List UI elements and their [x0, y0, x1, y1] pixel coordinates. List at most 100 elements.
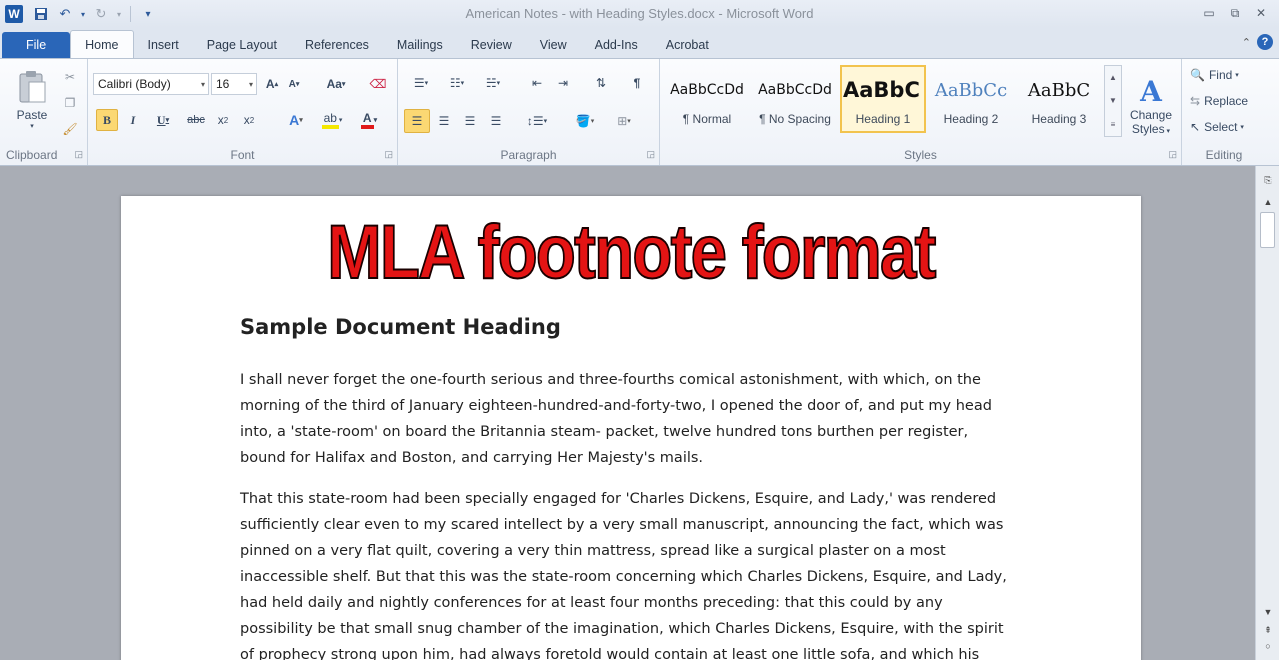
multilevel-list-icon[interactable]: ☵ ▾ [478, 73, 508, 93]
ribbon: Paste ▾ ✂ ❐ 🖌 Clipboard ◲ Calibri (Body)… [0, 58, 1279, 166]
shading-icon[interactable]: 🪣 ▾ [568, 109, 602, 133]
highlight-color-icon[interactable]: ab ▾ [316, 109, 348, 131]
find-button[interactable]: 🔍 Find ▾ [1190, 65, 1260, 85]
font-name-arrow-icon: ▾ [200, 79, 205, 89]
style-heading-3-sample: AaBbC [1027, 79, 1091, 101]
close-icon[interactable]: ✕ [1249, 4, 1273, 22]
save-icon[interactable] [31, 4, 51, 24]
align-center-button[interactable]: ☰ [432, 109, 456, 133]
change-styles-button[interactable]: A Change Styles ▾ [1126, 65, 1176, 145]
vertical-scrollbar[interactable]: ⎘ ▲ ▼ ⇞ ○ [1255, 166, 1279, 660]
change-styles-label-1: Change [1129, 107, 1173, 122]
copy-icon[interactable]: ❐ [60, 93, 80, 113]
justify-button[interactable]: ☰ [484, 109, 508, 133]
paragraph-line: of prophecy strong upon him, had always … [240, 647, 980, 660]
tab-insert[interactable]: Insert [134, 32, 193, 58]
numbering-icon[interactable]: ☷ ▾ [442, 73, 472, 93]
gallery-up-icon[interactable]: ▲ [1109, 73, 1117, 82]
font-name-dropdown[interactable]: Calibri (Body) ▾ [93, 73, 209, 95]
editing-group: 🔍 Find ▾ ⇆ Replace ↖ Select ▾ Editing [1182, 59, 1266, 165]
style-heading-3[interactable]: AaBbC Heading 3 [1016, 65, 1102, 133]
redo-dropdown-icon[interactable]: ▾ [115, 4, 123, 24]
quick-access-toolbar: ↶ ▾ ↻ ▾ ▾ [31, 4, 158, 24]
style-no-spacing-sample: AaBbCcDd [758, 82, 832, 98]
strikethrough-button[interactable]: abc [184, 109, 208, 131]
customize-qat-icon[interactable]: ▾ [138, 4, 158, 24]
help-icon[interactable]: ? [1257, 34, 1273, 50]
ruler-toggle-icon[interactable]: ⎘ [1260, 172, 1276, 188]
undo-dropdown-icon[interactable]: ▾ [79, 4, 87, 24]
subscript-button[interactable]: x2 [212, 109, 234, 131]
decrease-indent-icon[interactable]: ⇤ [526, 73, 548, 93]
scroll-up-icon[interactable]: ▲ [1260, 194, 1276, 210]
grow-font-icon[interactable]: A ▴ [262, 74, 282, 94]
style-heading-1[interactable]: AaBbC Heading 1 [840, 65, 926, 133]
tab-file[interactable]: File [2, 32, 71, 58]
format-painter-icon[interactable]: 🖌 [60, 119, 80, 139]
minimize-ribbon-icon[interactable]: ⌃ [1242, 36, 1251, 49]
select-button[interactable]: ↖ Select ▾ [1190, 117, 1262, 137]
tab-page-layout[interactable]: Page Layout [193, 32, 291, 58]
browse-object-icon[interactable]: ○ [1260, 638, 1276, 654]
replace-button[interactable]: ⇆ Replace [1190, 91, 1266, 111]
editing-group-label: Editing [1205, 148, 1243, 162]
font-color-icon[interactable]: A ▾ [354, 109, 384, 131]
tab-view[interactable]: View [526, 32, 581, 58]
document-paragraph-1[interactable]: I shall never forget the one-fourth seri… [240, 367, 1030, 471]
shrink-font-icon[interactable]: A ▾ [284, 74, 304, 94]
show-formatting-icon[interactable]: ¶ [626, 73, 648, 93]
document-paragraph-2[interactable]: That this state-room had been specially … [240, 486, 1030, 660]
bullets-icon[interactable]: ☰ ▾ [406, 73, 436, 93]
change-case-icon[interactable]: Aa ▾ [322, 74, 350, 94]
align-left-button[interactable]: ☰ [404, 109, 430, 133]
window-controls: ▭ ⧉ ✕ [1197, 4, 1273, 22]
restore-icon[interactable]: ⧉ [1223, 4, 1247, 22]
superscript-button[interactable]: x2 [238, 109, 260, 131]
style-no-spacing[interactable]: AaBbCcDd ¶ No Spacing [752, 65, 838, 133]
font-launcher-icon[interactable]: ◲ [384, 149, 393, 160]
align-right-button[interactable]: ☰ [458, 109, 482, 133]
document-heading[interactable]: Sample Document Heading [240, 315, 561, 339]
tab-mailings[interactable]: Mailings [383, 32, 457, 58]
undo-icon[interactable]: ↶ [55, 4, 75, 24]
scroll-down-icon[interactable]: ▼ [1260, 604, 1276, 620]
tab-add-ins[interactable]: Add-Ins [581, 32, 652, 58]
styles-launcher-icon[interactable]: ◲ [1168, 149, 1177, 160]
sort-icon[interactable]: ⇅ [590, 73, 612, 93]
paste-button[interactable]: Paste ▾ [8, 65, 56, 135]
tab-review[interactable]: Review [457, 32, 526, 58]
style-no-spacing-name: ¶ No Spacing [759, 112, 831, 126]
gallery-more-icon[interactable]: ≡ [1111, 120, 1116, 129]
text-effects-icon[interactable]: A ▾ [282, 109, 310, 131]
paragraph-launcher-icon[interactable]: ◲ [646, 149, 655, 160]
style-heading-2-name: Heading 2 [943, 112, 999, 126]
cut-icon[interactable]: ✂ [60, 67, 80, 87]
paragraph-line: morning of the third of January eighteen… [240, 398, 992, 414]
tab-acrobat[interactable]: Acrobat [652, 32, 723, 58]
window-title: American Notes - with Heading Styles.doc… [465, 6, 814, 21]
italic-button[interactable]: I [122, 109, 144, 131]
bold-button[interactable]: B [96, 109, 118, 131]
styles-gallery: AaBbCcDd ¶ Normal AaBbCcDd ¶ No Spacing … [664, 65, 1124, 139]
underline-button[interactable]: U ▾ [148, 109, 178, 131]
tab-references[interactable]: References [291, 32, 383, 58]
tab-home[interactable]: Home [70, 30, 134, 58]
styles-gallery-scroll[interactable]: ▲ ▼ ≡ [1104, 65, 1122, 137]
clear-formatting-icon[interactable]: ⌫ [368, 74, 388, 94]
borders-icon[interactable]: ⊞ ▾ [608, 109, 640, 133]
minimize-icon[interactable]: ▭ [1197, 4, 1221, 22]
paragraph-group: ☰ ▾ ☷ ▾ ☵ ▾ ⇤ ⇥ ⇅ ¶ ☰ ☰ ☰ ☰ ↕☰ ▾ 🪣 ▾ ⊞ ▾ Parag… [398, 59, 660, 165]
change-styles-label-2-text: Styles [1131, 121, 1165, 136]
increase-indent-icon[interactable]: ⇥ [552, 73, 574, 93]
gallery-down-icon[interactable]: ▼ [1109, 96, 1117, 105]
style-normal[interactable]: AaBbCcDd ¶ Normal [664, 65, 750, 133]
previous-page-icon[interactable]: ⇞ [1260, 622, 1276, 638]
font-size-dropdown[interactable]: 16 ▾ [211, 73, 257, 95]
line-spacing-icon[interactable]: ↕☰ ▾ [522, 109, 552, 133]
scroll-thumb[interactable] [1260, 212, 1275, 248]
paragraph-line: That this state-room had been specially … [240, 491, 997, 507]
clipboard-launcher-icon[interactable]: ◲ [74, 149, 83, 160]
style-heading-2[interactable]: AaBbCc Heading 2 [928, 65, 1014, 133]
word-app-icon[interactable]: W [5, 5, 23, 23]
redo-icon[interactable]: ↻ [91, 4, 111, 24]
